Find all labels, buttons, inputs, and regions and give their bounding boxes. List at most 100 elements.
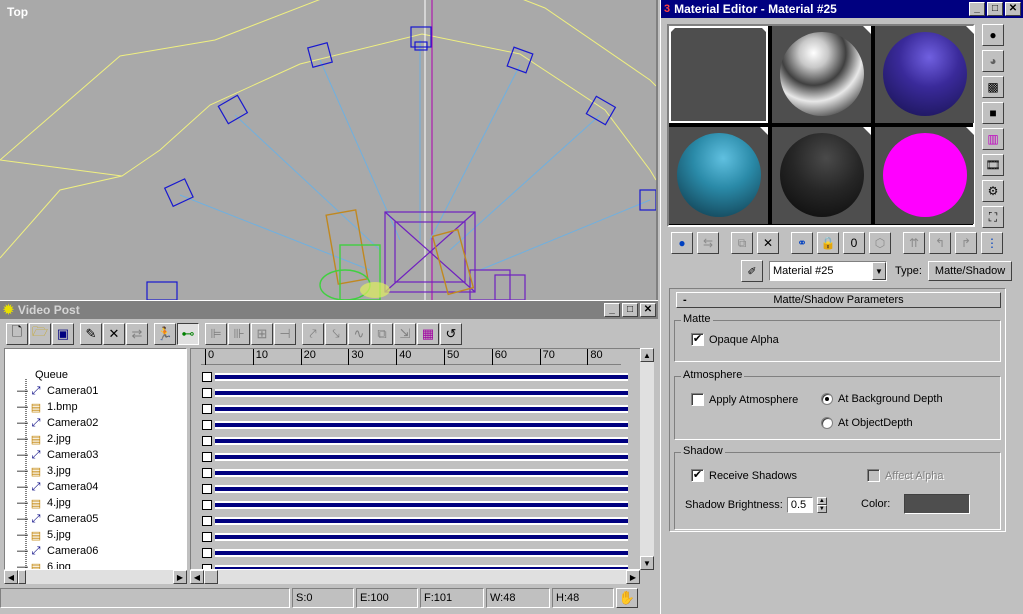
- receive-shadows-row[interactable]: ✔ Receive Shadows: [691, 469, 797, 482]
- range-start-handle[interactable]: [202, 388, 212, 398]
- queue-item[interactable]: — ▤ 1.bmp: [17, 399, 78, 415]
- show-end-result-icon[interactable]: ⇈: [903, 232, 925, 254]
- range-bar[interactable]: [215, 517, 628, 525]
- put-to-library-icon[interactable]: 🔒: [817, 232, 839, 254]
- rollout-title-button[interactable]: - Matte/Shadow Parameters: [676, 292, 1001, 308]
- queue-item[interactable]: — ⤢ Camera01: [17, 383, 98, 399]
- range-start-handle[interactable]: [202, 420, 212, 430]
- range-bar-timeline[interactable]: 0 10 20 30 40 50 60 70 80: [190, 348, 644, 570]
- range-start-handle[interactable]: [202, 404, 212, 414]
- queue-item[interactable]: — ▤ 2.jpg: [17, 431, 71, 447]
- shadow-brightness-spinner[interactable]: ▲ ▼: [816, 497, 827, 513]
- video-post-titlebar[interactable]: ✹ Video Post _ □ ✕: [0, 301, 658, 319]
- timeline-hscroll[interactable]: ◀ ▶: [190, 570, 640, 584]
- range-bar-track[interactable]: [201, 481, 628, 497]
- minimize-button[interactable]: _: [969, 2, 985, 16]
- affect-alpha-row[interactable]: Affect Alpha: [867, 469, 944, 482]
- execute-sequence-icon[interactable]: 🏃: [154, 323, 176, 345]
- sample-slot-4[interactable]: [669, 127, 768, 224]
- material-type-button[interactable]: Matte/Shadow: [927, 261, 1013, 281]
- make-same-size-icon[interactable]: ⊞: [251, 323, 273, 345]
- range-bar-track[interactable]: [201, 529, 628, 545]
- backlight-icon[interactable]: ◕: [982, 50, 1004, 72]
- scroll-thumb[interactable]: [18, 570, 26, 584]
- range-bar[interactable]: [215, 373, 628, 381]
- material-editor-titlebar[interactable]: 3 Material Editor - Material #25 _ □ ✕: [661, 0, 1023, 18]
- range-bar-track[interactable]: [201, 433, 628, 449]
- chevron-down-icon[interactable]: ▼: [872, 262, 886, 280]
- delete-event-icon[interactable]: ✕: [103, 323, 125, 345]
- shadow-color-swatch[interactable]: [904, 494, 971, 514]
- video-color-check-icon[interactable]: ▥: [982, 128, 1004, 150]
- range-start-handle[interactable]: [202, 500, 212, 510]
- sample-slot-1[interactable]: [669, 26, 768, 123]
- top-viewport[interactable]: Top: [0, 0, 658, 300]
- range-bar[interactable]: [215, 437, 628, 445]
- apply-atmosphere-row[interactable]: Apply Atmosphere: [691, 393, 798, 406]
- shadow-brightness-input[interactable]: 0.5: [786, 497, 813, 513]
- abut-selected-icon[interactable]: ⊣: [274, 323, 296, 345]
- range-bar-track[interactable]: [201, 513, 628, 529]
- align-left-icon[interactable]: ⊫: [205, 323, 227, 345]
- opaque-alpha-row[interactable]: ✔ Opaque Alpha: [691, 333, 779, 346]
- close-button[interactable]: ✕: [1005, 2, 1021, 16]
- scroll-right-icon[interactable]: ▶: [173, 570, 187, 584]
- range-bar-track[interactable]: [201, 449, 628, 465]
- range-bar[interactable]: [215, 389, 628, 397]
- queue-item[interactable]: — ⤢ Camera04: [17, 479, 98, 495]
- scroll-thumb[interactable]: [204, 570, 218, 584]
- scroll-left-icon[interactable]: ◀: [4, 570, 18, 584]
- pan-hand-icon[interactable]: ✋: [616, 588, 638, 608]
- sample-slot-2[interactable]: [772, 26, 871, 123]
- range-bar-track[interactable]: [201, 417, 628, 433]
- apply-atmosphere-checkbox[interactable]: [691, 393, 704, 406]
- scroll-up-icon[interactable]: ▲: [640, 348, 654, 362]
- range-start-handle[interactable]: [202, 468, 212, 478]
- add-scene-event-icon[interactable]: ⤤: [302, 323, 324, 345]
- range-bar-track[interactable]: [201, 497, 628, 513]
- reset-material-icon[interactable]: ✕: [757, 232, 779, 254]
- range-bar[interactable]: [215, 549, 628, 557]
- options-icon[interactable]: ⚙: [982, 180, 1004, 202]
- range-bar-track[interactable]: [201, 545, 628, 561]
- range-bar[interactable]: [215, 469, 628, 477]
- range-bar-track[interactable]: [201, 369, 628, 385]
- range-bar[interactable]: [215, 453, 628, 461]
- timeline-ruler[interactable]: 0 10 20 30 40 50 60 70 80: [201, 349, 621, 365]
- range-start-handle[interactable]: [202, 372, 212, 382]
- maximize-button[interactable]: □: [987, 2, 1003, 16]
- sample-uv-tiling-icon[interactable]: ■: [982, 102, 1004, 124]
- material-effects-channel-icon[interactable]: 0: [843, 232, 865, 254]
- queue-item[interactable]: — ▤ 5.jpg: [17, 527, 71, 543]
- select-by-material-icon[interactable]: ⛶: [982, 206, 1004, 228]
- sample-slot-6[interactable]: [875, 127, 974, 224]
- copy-material-icon[interactable]: ⚭: [791, 232, 813, 254]
- material-navigator-icon[interactable]: ⋮: [981, 232, 1003, 254]
- opaque-alpha-checkbox[interactable]: ✔: [691, 333, 704, 346]
- add-layer-event-icon[interactable]: ⧉: [371, 323, 393, 345]
- material-editor-scrollbar[interactable]: [1007, 288, 1021, 614]
- event-queue-tree[interactable]: Queue — ⤢ Camera01— ▤ 1.bmp — ⤢ Camera02— ▤ 2.jpg —…: [4, 348, 187, 570]
- open-sequence-icon[interactable]: 🗁: [29, 323, 51, 345]
- scroll-down-icon[interactable]: ▼: [640, 556, 654, 570]
- put-to-scene-icon[interactable]: ⇆: [697, 232, 719, 254]
- queue-root[interactable]: Queue: [31, 367, 68, 383]
- range-bar[interactable]: [215, 405, 628, 413]
- edit-event-icon[interactable]: ✎: [80, 323, 102, 345]
- get-material-icon[interactable]: ●: [671, 232, 693, 254]
- at-object-depth-row[interactable]: At ObjectDepth: [821, 417, 913, 429]
- minimize-button[interactable]: _: [604, 303, 620, 317]
- add-external-event-icon[interactable]: ▦: [417, 323, 439, 345]
- add-image-filter-icon[interactable]: ∿: [348, 323, 370, 345]
- scroll-left-icon[interactable]: ◀: [190, 570, 204, 584]
- sample-slot-3[interactable]: [875, 26, 974, 123]
- queue-item[interactable]: — ▤ 4.jpg: [17, 495, 71, 511]
- queue-hscroll[interactable]: ◀ ▶: [4, 570, 187, 584]
- queue-item[interactable]: — ⤢ Camera06: [17, 543, 98, 559]
- range-bar-track[interactable]: [201, 401, 628, 417]
- affect-alpha-checkbox[interactable]: [867, 469, 880, 482]
- range-start-handle[interactable]: [202, 516, 212, 526]
- background-checker-icon[interactable]: ▩: [982, 76, 1004, 98]
- go-to-parent-icon[interactable]: ↰: [929, 232, 951, 254]
- new-sequence-icon[interactable]: 🗋: [6, 323, 28, 345]
